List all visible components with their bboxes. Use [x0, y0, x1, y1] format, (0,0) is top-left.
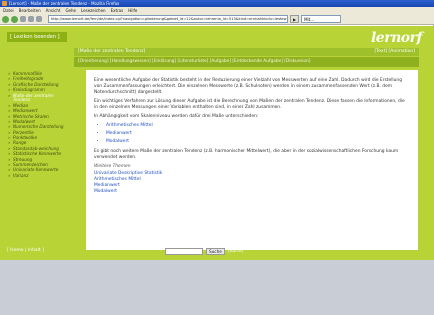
browser-window: [Lernort] - Maße der zentralen Tendenz -… [0, 0, 434, 260]
bottom-search: Suche [Karte] [165, 248, 243, 255]
page-title: [Maße der zentralen Tendenz] [78, 49, 146, 54]
section-tabs[interactable]: [Orientierung] [Handlungswissen] [Erklär… [74, 57, 419, 67]
forward-icon[interactable] [11, 15, 18, 23]
home-content-link[interactable]: [ Home | Inhalt ] [7, 248, 44, 253]
home-icon[interactable] [36, 16, 42, 22]
stop-icon[interactable] [28, 16, 34, 22]
sidebar-item[interactable]: Varianz [7, 173, 67, 179]
measures-list: Arithmetisches Mittel Medianwert Modalwe… [106, 123, 410, 145]
paragraph: Es gibt noch weitere Maße der zentralen … [94, 149, 399, 160]
site-search-input[interactable] [165, 248, 203, 255]
back-icon[interactable] [2, 15, 9, 23]
sidebar-nav: Kommmafälle Freiheitsgrade Grafische Dar… [7, 71, 67, 179]
reload-icon[interactable] [20, 16, 26, 22]
sidebar-header-link[interactable]: [ Lexikon beenden ] [7, 32, 67, 42]
sidebar: [ Lexikon beenden ] Kommmafälle Freiheit… [0, 26, 74, 260]
more-topics-heading: Weitere Themen [94, 164, 131, 169]
app-icon [2, 1, 7, 6]
sidebar-item-active[interactable]: Maße der zentralen Tendenz [7, 93, 67, 104]
list-item-link[interactable]: Modalwert [106, 139, 410, 145]
menu-bar: Datei Bearbeiten Ansicht Gehe Lesezeiche… [0, 7, 434, 14]
nav-toolbar: http://www.lernort.de/fern/de/index.cgi?… [0, 14, 434, 25]
menu-item-go[interactable]: Gehe [65, 8, 76, 13]
paragraph: In Abhängigkeit vom Skalenniveau werden … [94, 114, 259, 119]
list-item-link[interactable]: Arithmetisches Mittel [106, 123, 410, 129]
paragraph: Ein wichtiges Verfahren zur Lösung diese… [94, 99, 405, 110]
menu-item-bookmarks[interactable]: Lesezeichen [81, 8, 106, 13]
go-button[interactable]: ▶ [290, 15, 300, 23]
site-logo: lernorf [370, 30, 423, 46]
page-content: [ Lexikon beenden ] Kommmafälle Freiheit… [0, 26, 434, 260]
list-item-link[interactable]: Medianwert [106, 131, 410, 137]
menu-item-view[interactable]: Ansicht [46, 8, 61, 13]
menu-item-tools[interactable]: Extras [111, 8, 124, 13]
topic-link[interactable]: Modalwert [94, 189, 410, 195]
window-titlebar: [Lernort] - Maße der zentralen Tendenz -… [0, 0, 434, 7]
window-title: [Lernort] - Maße der zentralen Tendenz -… [9, 1, 120, 6]
article-body: Eine wesentliche Aufgabe der Statistik b… [86, 70, 418, 250]
menu-item-help[interactable]: Hilfe [128, 8, 137, 13]
search-button[interactable]: Suche [206, 248, 225, 255]
page-title-bar: [Maße der zentralen Tendenz] [Text] [Ani… [74, 48, 419, 56]
address-bar[interactable]: http://www.lernort.de/fern/de/index.cgi?… [48, 15, 288, 23]
search-input[interactable]: Mit... [301, 15, 342, 23]
media-links[interactable]: [Text] [Animation] [375, 48, 416, 56]
map-link[interactable]: [Karte] [228, 249, 244, 254]
paragraph: Eine wesentliche Aufgabe der Statistik b… [94, 78, 403, 95]
menu-item-file[interactable]: Datei [3, 8, 14, 13]
menu-item-edit[interactable]: Bearbeiten [19, 8, 41, 13]
